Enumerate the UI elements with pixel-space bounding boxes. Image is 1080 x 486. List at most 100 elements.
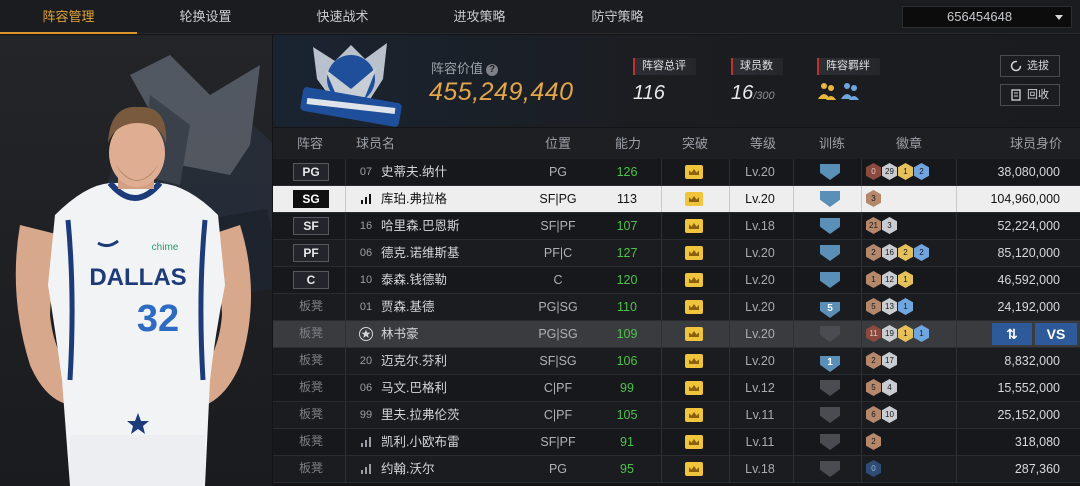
table-row[interactable]: PF 06 德克.诺维斯基 PF|C 127 Lv.20 2 16 2 2 85,120,000 [273, 240, 1080, 267]
player-name[interactable]: 史蒂夫.纳什 [381, 159, 447, 185]
slot-badge[interactable]: 板凳 [293, 352, 329, 370]
account-dropdown[interactable]: 656454648 [902, 6, 1072, 28]
table-row[interactable]: PG 07 史蒂夫.纳什 PG 126 Lv.20 0 29 1 2 38,080,000 [273, 159, 1080, 186]
slot-badge[interactable]: 板凳 [293, 433, 329, 451]
player-name[interactable]: 里夫.拉弗伦茨 [381, 402, 459, 428]
player-position: PG [548, 165, 568, 179]
badge-group[interactable]: 0 29 1 2 [866, 159, 930, 185]
jersey-number: 10 [359, 274, 373, 286]
badge-group[interactable]: 11 19 1 1 [866, 321, 930, 347]
player-ability: 120 [616, 273, 638, 287]
badge-group[interactable]: 1 12 1 [866, 267, 914, 293]
training-shield-icon [820, 407, 840, 423]
help-icon[interactable]: ? [486, 64, 499, 76]
market-value: 85,120,000 [997, 246, 1060, 260]
table-row[interactable]: 板凳 凯利.小欧布雷 SF|PF 91 Lv.11 2 318,080 [273, 429, 1080, 456]
slot-badge[interactable]: 板凳 [293, 406, 329, 424]
badge-hex-icon: 10 [882, 406, 897, 423]
player-position: SF|PF [540, 435, 576, 449]
tab-quick-tactics[interactable]: 快速战术 [274, 0, 411, 34]
slot-badge[interactable]: 板凳 [293, 379, 329, 397]
tab-offense[interactable]: 进攻策略 [411, 0, 548, 34]
market-value: 25,152,000 [997, 408, 1060, 422]
table-row[interactable]: SG 库珀.弗拉格 SF|PG 113 Lv.20 3 104,960,000 [273, 186, 1080, 213]
tab-lineup[interactable]: 阵容管理 [0, 0, 137, 34]
stat-bond-label: 阵容羁绊 [817, 58, 880, 75]
player-level: Lv.20 [745, 246, 775, 260]
col-breakthrough: 突破 [682, 136, 709, 151]
swap-button[interactable]: ⇅ [992, 323, 1032, 345]
player-level: Lv.20 [745, 300, 775, 314]
recycle-button[interactable]: 回收 [1000, 84, 1060, 106]
player-level: Lv.11 [745, 408, 775, 422]
bond-people-icon [818, 83, 859, 100]
slot-badge[interactable]: SG [293, 190, 329, 208]
col-position: 位置 [545, 136, 572, 151]
col-badges: 徽章 [896, 136, 923, 151]
table-row[interactable]: 板凳 99 里夫.拉弗伦茨 C|PF 105 Lv.11 6 10 25,152,000 [273, 402, 1080, 429]
market-value: 24,192,000 [997, 300, 1060, 314]
slot-badge[interactable]: SF [293, 217, 329, 235]
player-position: SF|PF [540, 219, 576, 233]
badge-group[interactable]: 6 10 [866, 402, 898, 428]
badge-group[interactable]: 0 [866, 456, 882, 482]
breakthrough-crown-icon [685, 402, 705, 428]
market-value: 318,080 [1014, 435, 1060, 449]
player-level: Lv.20 [745, 273, 775, 287]
badge-group[interactable]: 3 [866, 186, 882, 212]
table-row[interactable]: SF 16 哈里森.巴恩斯 SF|PF 107 Lv.18 21 3 52,224,000 [273, 213, 1080, 240]
bond-icons[interactable] [817, 81, 880, 106]
table-row[interactable]: 板凳 20 迈克尔.芬利 SF|SG 106 Lv.20 1 2 17 8,832,000 [273, 348, 1080, 375]
training-shield-icon [820, 272, 840, 288]
player-position: SF|PG [539, 192, 577, 206]
badge-hex-icon: 13 [882, 298, 897, 315]
col-training: 训练 [819, 136, 846, 151]
badge-group[interactable]: 5 13 1 [866, 294, 914, 320]
badge-group[interactable]: 21 3 [866, 213, 898, 239]
player-name[interactable]: 泰森.钱德勒 [381, 267, 447, 293]
slot-badge[interactable]: 板凳 [293, 298, 329, 316]
slot-badge[interactable]: PF [293, 244, 329, 262]
jersey-number: 20 [359, 355, 373, 367]
pick-button[interactable]: 选拔 [1000, 55, 1060, 77]
tab-rotation[interactable]: 轮换设置 [137, 0, 274, 34]
training-shield-icon [820, 245, 840, 261]
table-row[interactable]: C 10 泰森.钱德勒 C 120 Lv.20 1 12 1 46,592,000 [273, 267, 1080, 294]
tab-defense[interactable]: 防守策略 [549, 0, 686, 34]
roster-table: 阵容 球员名 位置 能力 突破 等级 训练 徽章 球员身价 PG 07 史蒂夫.纳什… [273, 128, 1080, 483]
player-name[interactable]: 哈里森.巴恩斯 [381, 213, 459, 239]
badge-group[interactable]: 54 [866, 375, 898, 401]
slot-badge[interactable]: 板凳 [293, 460, 329, 478]
slot-badge[interactable]: 板凳 [293, 325, 329, 343]
training-shield-icon [820, 164, 840, 180]
table-row[interactable]: 板凳 01 贾森.基德 PG|SG 110 Lv.20 5 5 13 1 24,192,000 [273, 294, 1080, 321]
jersey-number: 07 [359, 166, 373, 178]
player-name[interactable]: 贾森.基德 [381, 294, 434, 320]
badge-hex-icon: 3 [882, 217, 897, 234]
rarity-bars-icon [358, 429, 374, 455]
table-row[interactable]: 板凳 林书豪 PG|SG 109 Lv.20 11 19 1 1 ⇅ VS [273, 321, 1080, 348]
table-row[interactable]: 板凳 06 马文.巴格利 C|PF 99 Lv.12 5 4 15,552,000 [273, 375, 1080, 402]
badge-group[interactable]: 2 17 [866, 348, 898, 374]
table-row[interactable]: 板凳 约翰.沃尔 PG 95 Lv.18 0 287,360 [273, 456, 1080, 483]
player-name[interactable]: 凯利.小欧布雷 [381, 429, 459, 455]
player-level: Lv.11 [745, 435, 775, 449]
slot-badge[interactable]: PG [293, 163, 329, 181]
compare-vs-button[interactable]: VS [1035, 323, 1077, 345]
player-ability: 109 [616, 327, 638, 341]
player-name[interactable]: 德克.诺维斯基 [381, 240, 459, 266]
slot-badge[interactable]: C [293, 271, 329, 289]
player-position: SF|SG [539, 354, 577, 368]
jersey-number: 01 [359, 301, 373, 313]
breakthrough-crown-icon [685, 186, 705, 212]
badge-hex-icon: 29 [882, 163, 897, 180]
player-name[interactable]: 库珀.弗拉格 [381, 186, 447, 212]
player-name[interactable]: 马文.巴格利 [381, 375, 447, 401]
stat-overall-label: 阵容总评 [633, 58, 696, 75]
player-name[interactable]: 约翰.沃尔 [381, 456, 434, 482]
jersey-number: 06 [359, 247, 373, 259]
badge-group[interactable]: 2 [866, 429, 882, 455]
player-name[interactable]: 迈克尔.芬利 [381, 348, 447, 374]
player-name[interactable]: 林书豪 [381, 321, 419, 347]
badge-group[interactable]: 2 16 2 2 [866, 240, 930, 266]
